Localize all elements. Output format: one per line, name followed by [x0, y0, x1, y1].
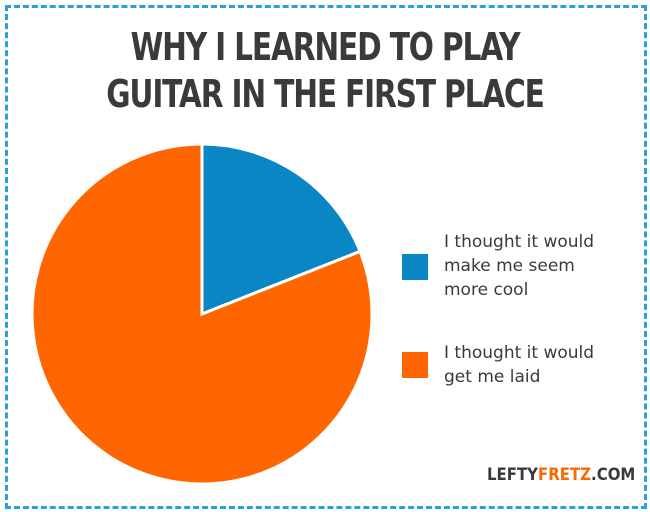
legend-label-laid: I thought it would get me laid — [444, 343, 595, 387]
brand-accent: FRETZ — [538, 465, 592, 485]
chart-title: WHY I LEARNED TO PLAY GUITAR IN THE FIRS… — [72, 24, 579, 118]
legend-swatch-cool — [402, 254, 428, 280]
legend-label-cool: I thought it would make me seem more coo… — [444, 232, 595, 300]
brand-watermark: LEFTYFRETZ.COM — [487, 465, 635, 485]
brand-prefix: LEFTY — [487, 465, 539, 485]
pie-slices — [30, 142, 374, 486]
legend-swatch-laid — [402, 352, 428, 378]
brand-suffix: .COM — [591, 465, 636, 485]
chart-title-line-2: GUITAR IN THE FIRST PLACE — [106, 72, 545, 116]
pie-chart — [30, 142, 374, 486]
chart-title-line-1: WHY I LEARNED TO PLAY — [130, 25, 521, 69]
